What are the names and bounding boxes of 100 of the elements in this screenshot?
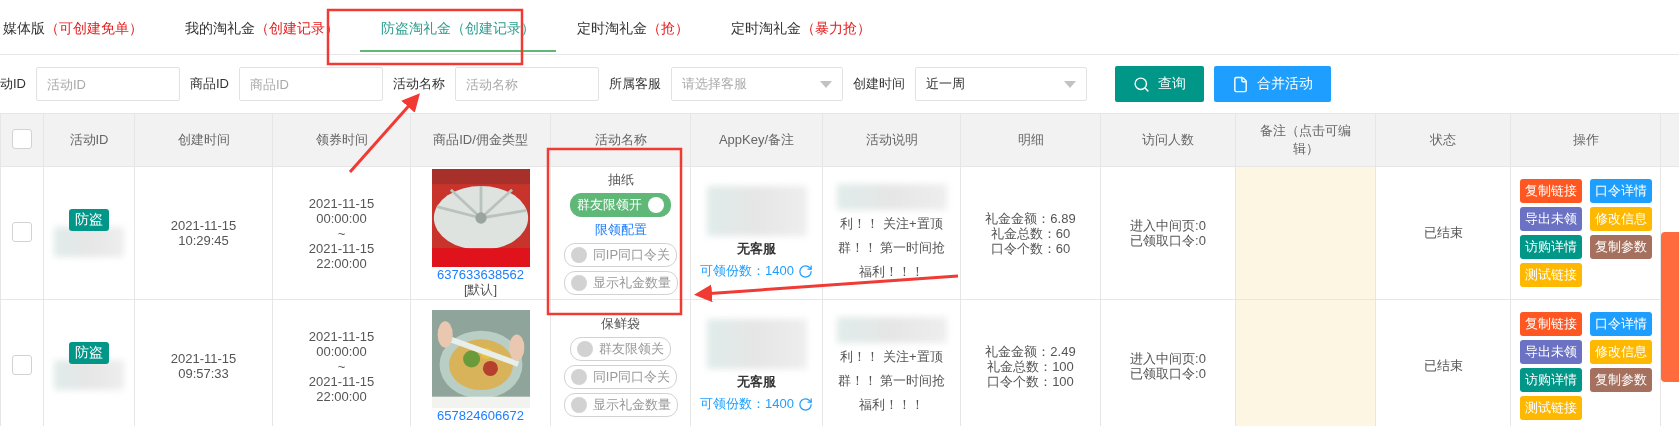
service-text: 无客服 xyxy=(737,373,776,391)
description-text: 福利！！！ xyxy=(859,396,924,414)
detail-text: 礼金总数：60 xyxy=(990,225,1071,241)
column-header: 活动名称 xyxy=(594,131,647,149)
date-text: 2021-11-15 xyxy=(308,240,375,256)
tab[interactable]: 媒体版（可创建免单） xyxy=(0,0,164,52)
time-text: 00:00:00 xyxy=(316,343,367,359)
date-text: 2021-11-15 xyxy=(170,351,237,366)
column-header: 操作 xyxy=(1572,131,1599,149)
tag: 防盗 xyxy=(69,342,109,364)
detail-text: 礼金总数：100 xyxy=(987,358,1074,374)
checkbox[interactable] xyxy=(12,354,32,375)
tilde-text: ~ xyxy=(337,225,346,241)
action-button[interactable]: 导出未领 xyxy=(1519,207,1582,231)
action-button[interactable]: 口令详情 xyxy=(1589,179,1652,203)
action-button[interactable]: 口令详情 xyxy=(1589,312,1652,336)
refresh-icon[interactable] xyxy=(797,396,813,412)
side-tab[interactable] xyxy=(1661,232,1679,382)
checkbox[interactable] xyxy=(12,221,32,242)
document-icon xyxy=(1232,75,1249,93)
caret-icon xyxy=(820,80,832,88)
description-text: 群！！ 第一时间抢 xyxy=(837,239,946,257)
tilde-text: ~ xyxy=(337,358,346,374)
search-button[interactable]: 查询 xyxy=(1115,66,1204,102)
column-header: 访问人数 xyxy=(1142,131,1194,149)
toggle-switch[interactable]: 群友限领关 xyxy=(570,337,671,361)
visit-text: 已领取口令:0 xyxy=(1130,233,1206,248)
time-text: 00:00:00 xyxy=(316,210,367,226)
limit-config-link[interactable]: 限领配置 xyxy=(594,221,647,239)
detail-text: 礼金金额：6.89 xyxy=(985,210,1076,226)
visit-text: 进入中间页:0 xyxy=(1130,218,1206,233)
refresh-icon[interactable] xyxy=(797,263,813,279)
remark-cell[interactable] xyxy=(1235,166,1376,300)
product-id-link[interactable]: 637633638562 xyxy=(437,267,524,282)
time-text: 22:00:00 xyxy=(316,388,367,404)
column-header: 商品ID/佣金类型 xyxy=(433,131,528,149)
column-header: 领券时间 xyxy=(315,131,368,149)
tab[interactable]: 定时淘礼金（暴力抢） xyxy=(710,0,892,52)
toggle-switch[interactable]: 显示礼金数量 xyxy=(563,271,678,295)
checkbox[interactable] xyxy=(12,128,32,149)
input-field[interactable]: 商品ID xyxy=(239,67,383,101)
date-text: 2021-11-15 xyxy=(170,218,237,233)
date-text: 2021-11-15 xyxy=(308,195,375,211)
action-button[interactable]: 导出未领 xyxy=(1519,340,1582,364)
tab[interactable]: 防盗淘礼金（创建记录） xyxy=(360,0,556,52)
detail-text: 礼金金额：2.49 xyxy=(985,343,1076,359)
tag: 防盗 xyxy=(69,209,109,231)
visit-text: 进入中间页:0 xyxy=(1130,351,1206,366)
remark-cell[interactable] xyxy=(1235,299,1376,426)
column-header: 活动说明 xyxy=(865,131,918,149)
time-text: 22:00:00 xyxy=(316,255,367,271)
date-text: 2021-11-15 xyxy=(308,373,375,389)
description-text: 群！！ 第一时间抢 xyxy=(837,372,946,390)
column-header: 活动ID xyxy=(69,131,109,149)
input-field[interactable]: 活动ID xyxy=(36,67,180,101)
activity-name: 保鲜袋 xyxy=(601,315,640,333)
toggle-switch[interactable]: 同IP同口令关 xyxy=(563,243,678,267)
action-button[interactable]: 复制参数 xyxy=(1589,368,1652,392)
column-header: AppKey/备注 xyxy=(718,131,795,149)
action-button[interactable]: 访购详情 xyxy=(1519,368,1582,392)
service-text: 无客服 xyxy=(737,240,776,258)
filter-label: 商品ID xyxy=(190,75,229,93)
date-text: 2021-11-15 xyxy=(308,328,375,344)
merge-button[interactable]: 合并活动 xyxy=(1214,66,1331,102)
status-text: 已结束 xyxy=(1423,225,1463,240)
quota-text: 可领份数：1400 xyxy=(700,262,794,280)
action-button[interactable]: 复制链接 xyxy=(1519,179,1582,203)
action-button[interactable]: 复制参数 xyxy=(1589,235,1652,259)
time-text: 10:29:45 xyxy=(178,233,229,248)
blurred-area xyxy=(54,360,124,390)
column-header: 明细 xyxy=(1017,131,1044,149)
toggle-switch[interactable]: 同IP同口令关 xyxy=(563,365,678,389)
time-text: 09:57:33 xyxy=(178,366,229,381)
toggle-switch[interactable]: 群友限领开 xyxy=(570,193,671,217)
description-text: 利！！ 关注+置顶 xyxy=(840,348,943,366)
filter-label: 创建时间 xyxy=(853,75,905,93)
detail-text: 口令个数：100 xyxy=(987,373,1074,389)
description-text: 利！！ 关注+置顶 xyxy=(840,215,943,233)
visit-text: 已领取口令:0 xyxy=(1130,366,1206,381)
activity-name: 抽纸 xyxy=(607,171,634,189)
select-field[interactable]: 近一周 xyxy=(915,67,1087,101)
description-text: 福利！！！ xyxy=(859,263,924,281)
caret-icon xyxy=(1064,80,1076,88)
column-header: 状态 xyxy=(1430,131,1456,149)
filter-label: 活动名称 xyxy=(393,75,445,93)
detail-text: 口令个数：60 xyxy=(990,240,1071,256)
input-field[interactable]: 活动名称 xyxy=(455,67,599,101)
toggle-switch[interactable]: 显示礼金数量 xyxy=(563,393,678,417)
blurred-area xyxy=(54,227,124,257)
column-header: 创建时间 xyxy=(177,131,230,149)
filter-label: 动ID xyxy=(0,75,26,93)
status-text: 已结束 xyxy=(1423,358,1463,373)
tab[interactable]: 定时淘礼金（抢） xyxy=(556,0,710,52)
action-button[interactable]: 复制链接 xyxy=(1519,312,1582,336)
product-id-link[interactable]: 657824606672 xyxy=(437,407,524,423)
select-field[interactable]: 请选择客服 xyxy=(671,67,843,101)
quota-text: 可领份数：1400 xyxy=(700,395,794,413)
column-header: 备注（点击可编辑） xyxy=(1259,122,1352,158)
filter-label: 所属客服 xyxy=(609,75,661,93)
action-button[interactable]: 访购详情 xyxy=(1519,235,1582,259)
